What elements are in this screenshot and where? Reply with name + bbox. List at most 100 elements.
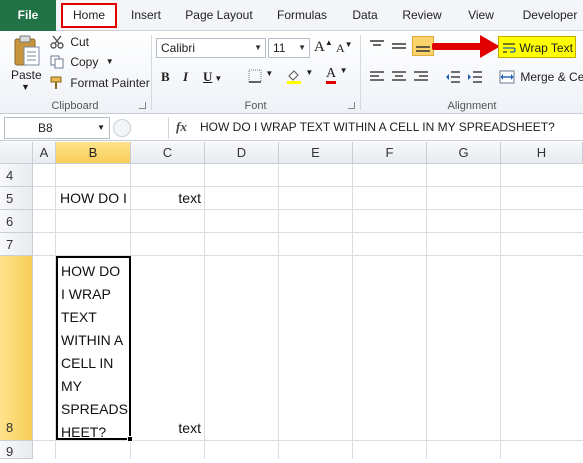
grow-font-icon: A▲ [314,38,333,55]
name-box[interactable]: B8 ▼ [4,117,110,139]
underline-button[interactable]: U ▼ [203,69,222,85]
increase-indent-button[interactable] [467,70,483,87]
row-header-5[interactable]: 5 [0,187,33,210]
cell-c5[interactable]: text [131,190,201,206]
chevron-down-icon: ▼ [97,123,105,132]
tab-data[interactable]: Data [349,0,381,31]
column-header-e[interactable]: E [279,142,353,164]
paste-label: Paste [11,68,42,82]
clipboard-launcher-icon[interactable] [139,102,146,109]
chevron-down-icon: ▼ [339,66,348,75]
merge-center-button[interactable]: Merge & Cen [499,69,583,84]
format-painter-label: Format Painter [70,75,150,90]
formula-bar-resize-handle[interactable] [113,119,131,137]
cut-label: Cut [70,34,90,49]
wrap-text-icon [503,43,516,53]
row-header-6[interactable]: 6 [0,210,33,233]
gridline [278,164,279,459]
top-align-button[interactable] [369,39,385,56]
middle-align-button[interactable] [391,39,407,56]
row-header-7[interactable]: 7 [0,233,33,256]
borders-button[interactable]: ▼ [248,69,273,86]
align-center-icon [392,71,406,81]
row-header-9[interactable]: 9 [0,441,33,459]
cell-b5[interactable]: HOW DO I [60,190,130,206]
name-box-value: B8 [38,121,53,135]
italic-button[interactable]: I [183,69,188,85]
font-color-button[interactable]: A ▼ [326,66,348,84]
row-header-4[interactable]: 4 [0,164,33,187]
merge-center-icon [499,70,515,84]
gridline [204,164,205,459]
cell-b8-selected[interactable]: HOW DO I WRAP TEXT WITHIN A CELL IN MY S… [56,256,131,440]
underline-label: U [203,69,213,84]
tab-view[interactable]: View [463,0,499,31]
column-header-d[interactable]: D [205,142,279,164]
font-size-select[interactable]: 11 ▼ [268,38,310,58]
format-painter-button[interactable]: Format Painter [50,75,150,92]
column-header-h[interactable]: H [501,142,583,164]
font-name-select[interactable]: Calibri ▼ [156,38,266,58]
font-name-value: Calibri [161,41,196,55]
row-header-8[interactable]: 8 [0,256,33,441]
clipboard-group-label: Clipboard [51,100,99,112]
gridline [426,164,427,459]
tab-file[interactable]: File [0,0,56,31]
insert-function-button[interactable]: fx [176,119,187,135]
shrink-font-button[interactable]: A▼ [336,40,353,56]
font-group-label: Font [244,100,267,112]
tab-page-layout[interactable]: Page Layout [183,0,255,31]
formula-input[interactable]: HOW DO I WRAP TEXT WITHIN A CELL IN MY S… [198,117,583,139]
paste-icon [14,35,40,66]
formula-bar: B8 ▼ fx HOW DO I WRAP TEXT WITHIN A CELL… [0,115,583,141]
alignment-group-label: Alignment [447,100,497,112]
chevron-down-icon: ▼ [298,43,306,52]
tab-developer[interactable]: Developer [517,0,583,31]
align-right-button[interactable] [413,70,429,87]
copy-icon [50,55,64,69]
tab-review[interactable]: Review [400,0,444,31]
column-header-b[interactable]: B [56,142,131,164]
chevron-down-icon: ▼ [265,69,274,78]
fill-handle[interactable] [127,436,133,442]
gridline [352,164,353,459]
column-header-c[interactable]: C [131,142,205,164]
increase-indent-icon [468,71,482,83]
tab-home[interactable]: Home [61,3,117,28]
fill-color-button[interactable]: ▼ [286,68,313,87]
decrease-indent-button[interactable] [445,70,461,87]
scissors-icon [50,35,64,49]
chevron-down-icon: ▼ [105,57,114,67]
decrease-indent-icon [446,71,460,83]
chevron-down-icon: ▼ [305,68,314,77]
column-header-g[interactable]: G [427,142,501,164]
select-all-corner[interactable] [0,142,33,164]
wrap-text-label: Wrap Text [519,40,573,55]
copy-button[interactable]: Copy ▼ [50,54,114,71]
borders-icon [248,69,262,83]
column-header-a[interactable]: A [33,142,56,164]
bold-button[interactable]: B [161,69,170,85]
copy-label: Copy [70,54,99,69]
paintbrush-icon [50,76,62,89]
align-left-button[interactable] [369,70,385,87]
middle-align-icon [392,43,406,49]
font-color-icon: A [326,67,337,84]
chevron-down-icon: ▼ [21,82,30,92]
cell-c8[interactable]: text [131,420,201,436]
column-header-f[interactable]: F [353,142,427,164]
align-center-button[interactable] [391,70,407,87]
tab-formulas[interactable]: Formulas [274,0,330,31]
wrap-text-button[interactable]: Wrap Text [498,36,576,58]
clipboard-group: Paste ▼ Cut Copy ▼ Format Painter Clipbo… [0,31,150,114]
top-align-icon [370,40,384,46]
grow-font-button[interactable]: A▲ [314,38,333,56]
tab-insert[interactable]: Insert [128,0,164,31]
annotation-arrow-icon [432,35,500,58]
formula-bar-divider [168,117,169,139]
cut-button[interactable]: Cut [50,34,89,51]
font-launcher-icon[interactable] [348,102,355,109]
worksheet-grid: A B C D E F G H 4 5 6 7 8 9 HOW DO I tex… [0,142,583,459]
font-size-value: 11 [273,41,286,55]
paste-button[interactable]: Paste ▼ [4,31,42,93]
